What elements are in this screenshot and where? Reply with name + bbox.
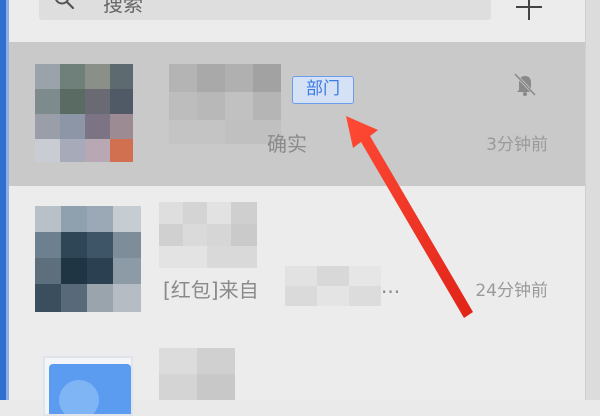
message-preview: 确实 [267, 132, 307, 156]
avatar-pixelated [35, 64, 133, 162]
search-bar[interactable]: 搜索 [39, 0, 491, 20]
dept-badge: 部门 [292, 76, 354, 104]
conversation-item[interactable] [9, 338, 586, 416]
message-preview-ellipsis: ... [381, 274, 401, 298]
message-preview: [红包]来自 [163, 278, 259, 302]
scrollbar-track[interactable] [585, 0, 600, 400]
contact-name-pixelated [159, 202, 259, 268]
search-placeholder: 搜索 [103, 0, 143, 16]
conversation-item-selected[interactable]: 部门 确实 3分钟前 [9, 42, 586, 186]
add-button[interactable] [514, 0, 544, 22]
message-time: 24分钟前 [475, 281, 548, 301]
conversation-item[interactable]: [红包]来自 ... 24分钟前 [9, 186, 586, 338]
preview-pixelated [285, 266, 381, 306]
conversation-list-panel: 搜索 部门 确实 3分钟前 [红包]来自 ... 24分钟前 [9, 0, 586, 416]
search-icon [55, 0, 75, 10]
mute-bell-icon [513, 72, 537, 97]
avatar-pixelated [35, 206, 141, 312]
contact-name-pixelated [159, 348, 235, 400]
window-left-edge [0, 0, 9, 400]
avatar-pixelated [43, 356, 133, 416]
message-time: 3分钟前 [486, 135, 548, 155]
